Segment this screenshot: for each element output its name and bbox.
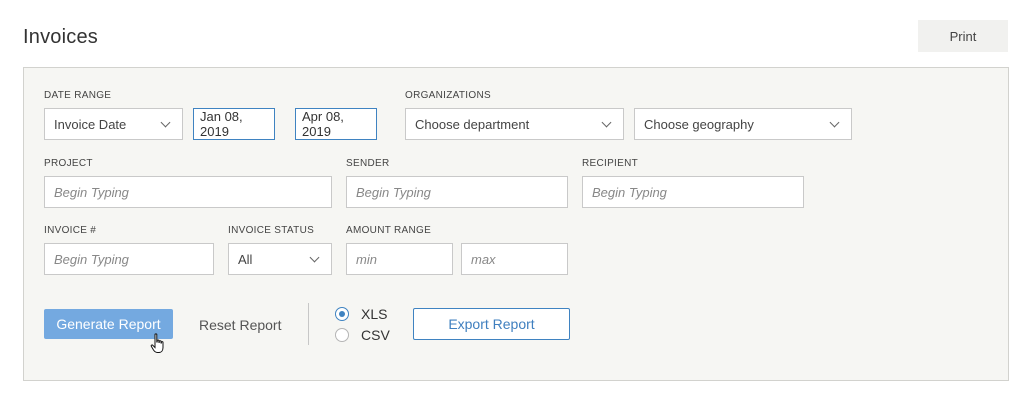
sender-input[interactable]	[346, 176, 568, 208]
end-date-value: Apr 08, 2019	[302, 109, 344, 139]
geography-select[interactable]: Choose geography	[634, 108, 852, 140]
start-date-field[interactable]: Jan 08, 2019	[193, 108, 275, 140]
invoice-status-value: All	[238, 251, 253, 267]
project-label: PROJECT	[44, 158, 93, 169]
amount-max-input[interactable]	[461, 243, 568, 275]
department-value: Choose department	[415, 116, 530, 132]
date-range-label: DATE RANGE	[44, 90, 112, 101]
date-type-value: Invoice Date	[54, 116, 127, 132]
format-label-csv: CSV	[361, 327, 390, 343]
chevron-down-icon	[309, 252, 320, 262]
recipient-label: RECIPIENT	[582, 158, 639, 169]
start-date-value: Jan 08, 2019	[200, 109, 243, 139]
project-input[interactable]	[44, 176, 332, 208]
radio-unselected-icon[interactable]	[335, 328, 349, 342]
end-date-field[interactable]: Apr 08, 2019	[295, 108, 377, 140]
radio-selected-icon[interactable]	[335, 307, 349, 321]
chevron-down-icon	[601, 117, 612, 127]
invoice-number-label: INVOICE #	[44, 225, 97, 236]
chevron-down-icon	[829, 117, 840, 127]
page-title: Invoices	[23, 26, 98, 48]
format-option-csv[interactable]: CSV	[335, 327, 390, 343]
sender-label: SENDER	[346, 158, 390, 169]
invoice-number-input[interactable]	[44, 243, 214, 275]
amount-range-label: AMOUNT RANGE	[346, 225, 432, 236]
date-type-select[interactable]: Invoice Date	[44, 108, 183, 140]
reset-report-link[interactable]: Reset Report	[199, 317, 281, 333]
amount-min-input[interactable]	[346, 243, 453, 275]
print-button[interactable]: Print	[918, 20, 1008, 52]
hand-cursor-icon	[150, 333, 164, 353]
invoice-status-label: INVOICE STATUS	[228, 225, 315, 236]
department-select[interactable]: Choose department	[405, 108, 624, 140]
geography-value: Choose geography	[644, 116, 754, 132]
recipient-input[interactable]	[582, 176, 804, 208]
organizations-label: ORGANIZATIONS	[405, 90, 491, 101]
chevron-down-icon	[160, 117, 171, 127]
format-label-xls: XLS	[361, 306, 388, 322]
format-option-xls[interactable]: XLS	[335, 306, 387, 322]
export-report-button[interactable]: Export Report	[413, 308, 570, 340]
divider	[308, 303, 309, 345]
filter-panel: DATE RANGE Invoice Date Jan 08, 2019 Apr…	[23, 67, 1009, 381]
invoice-status-select[interactable]: All	[228, 243, 332, 275]
